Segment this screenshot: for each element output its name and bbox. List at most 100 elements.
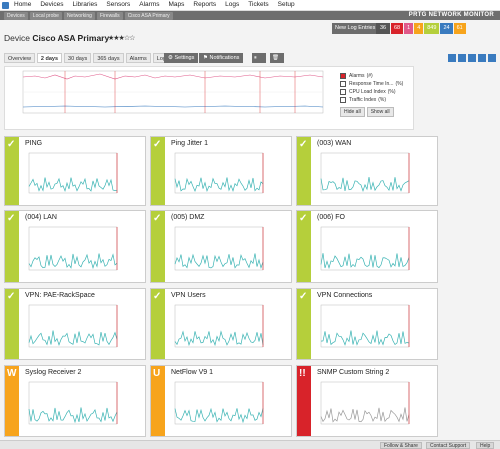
tab-overview[interactable]: Overview (4, 53, 35, 63)
log-entries-label: New Log Entries (335, 25, 376, 31)
delete-button[interactable]: 🗑 (270, 53, 284, 63)
sensor-name[interactable]: (003) WAN (317, 140, 351, 147)
device-header: Device Cisco ASA Primary ★★★☆☆ New Log E… (0, 20, 500, 48)
breadcrumb-item[interactable]: Cisco ASA Primary (124, 12, 173, 20)
status-badge[interactable]: 1 (404, 23, 414, 34)
main-menu: Home Devices Libraries Sensors Alarms Maps Rep… (14, 1, 304, 8)
tab-2-days[interactable]: 2 days (36, 53, 63, 63)
legend-item[interactable]: Traffic Index (%) (340, 96, 410, 104)
new-log-entries-button[interactable]: New Log Entries 36 (332, 23, 390, 34)
sensor-name[interactable]: NetFlow V9 1 (171, 369, 213, 376)
status-badge[interactable]: 849 (424, 23, 440, 34)
sensor-tile[interactable]: U NetFlow V9 1 (150, 365, 292, 437)
sensor-tile[interactable]: ✓ (005) DMZ (150, 210, 292, 283)
legend-swatch[interactable] (340, 97, 346, 103)
nav-item-alarms[interactable]: Alarms (139, 1, 159, 8)
settings-label: Settings (174, 55, 195, 61)
legend-unit: (#) (366, 73, 373, 79)
sensor-graph (320, 381, 410, 425)
nav-item-devices[interactable]: Devices (40, 1, 63, 8)
status-badge[interactable]: 68 (391, 23, 404, 34)
prtg-logo-icon[interactable] (2, 2, 9, 9)
status-badge[interactable]: 61 (453, 23, 466, 34)
sensor-name[interactable]: VPN Connections (317, 292, 372, 299)
legend-item[interactable]: Response Time In... (%) (340, 80, 410, 88)
legend-item[interactable]: Alarms (#) (340, 72, 410, 80)
tab-365-days[interactable]: 365 days (93, 53, 124, 63)
settings-button[interactable]: ⚙ Settings (164, 53, 199, 63)
breadcrumb-item[interactable]: Devices (4, 12, 28, 20)
sensor-tile[interactable]: ✓ VPN Connections (296, 288, 438, 360)
status-icon: W (7, 368, 17, 379)
nav-item-setup[interactable]: Setup (278, 1, 295, 8)
nav-item-reports[interactable]: Reports (193, 1, 216, 8)
footer: Follow & Share Contact Support Help (0, 440, 500, 449)
title-prefix: Device (4, 33, 30, 43)
follow-share-button[interactable]: Follow & Share (380, 442, 422, 449)
legend-swatch[interactable] (340, 73, 346, 79)
sensor-graph (320, 152, 410, 194)
notifications-button[interactable]: ⚑ Notifications (199, 53, 244, 63)
breadcrumb-item[interactable]: Firewalls (96, 12, 123, 20)
sensor-tile[interactable]: ✓ (003) WAN (296, 136, 438, 206)
sensor-tile[interactable]: ✓ (004) LAN (4, 210, 146, 283)
help-button[interactable]: Help (476, 442, 495, 449)
sensor-tile[interactable]: ✓ PING (4, 136, 146, 206)
sensor-name[interactable]: (006) FO (317, 214, 345, 221)
sensor-name[interactable]: (004) LAN (25, 214, 57, 221)
sensor-name[interactable]: Ping Jitter 1 (171, 140, 208, 147)
legend-swatch[interactable] (340, 81, 346, 87)
status-icon: ✓ (153, 291, 162, 302)
nav-item-maps[interactable]: Maps (169, 1, 185, 8)
status-icon: ✓ (7, 139, 16, 150)
sensor-name[interactable]: (005) DMZ (171, 214, 204, 221)
sensor-name[interactable]: SNMP Custom String 2 (317, 369, 389, 376)
nav-item-libraries[interactable]: Libraries (72, 1, 97, 8)
status-badge[interactable]: 4 (414, 23, 424, 34)
pause-button[interactable]: ⏸ (252, 53, 266, 63)
sensor-name[interactable]: Syslog Receiver 2 (25, 369, 81, 376)
sensor-tile[interactable]: ✓ (006) FO (296, 210, 438, 283)
show-all-button[interactable]: Show all (366, 107, 394, 117)
tab-alarms[interactable]: Alarms (125, 53, 151, 63)
chart-icon[interactable] (488, 54, 496, 62)
legend-unit: (%) (387, 89, 396, 95)
hide-all-button[interactable]: Hide all (340, 107, 365, 117)
sensor-name[interactable]: VPN: PAE-RackSpace (25, 292, 95, 299)
legend-label: Traffic Index (349, 97, 377, 103)
map-icon[interactable] (478, 54, 486, 62)
sensor-name[interactable]: VPN Users (171, 292, 206, 299)
sensor-tile[interactable]: ✓ Ping Jitter 1 (150, 136, 292, 206)
legend-item[interactable]: CPU Load Index (%) (340, 88, 410, 96)
legend-swatch[interactable] (340, 89, 346, 95)
sensor-tile[interactable]: ✓ VPN: PAE-RackSpace (4, 288, 146, 360)
legend-unit: (%) (395, 81, 404, 87)
layout-icon[interactable] (448, 54, 456, 62)
sensor-graph (28, 304, 118, 348)
list-icon[interactable] (458, 54, 466, 62)
status-badge[interactable]: 24 (440, 23, 453, 34)
priority-stars[interactable]: ★★★☆☆ (108, 34, 135, 42)
sensor-graph (28, 381, 118, 425)
breadcrumb-item[interactable]: Local probe (29, 12, 62, 20)
sensor-tile[interactable]: W Syslog Receiver 2 (4, 365, 146, 437)
tab-30-days[interactable]: 30 days (64, 53, 92, 63)
nav-item-home[interactable]: Home (14, 1, 31, 8)
nav-item-sensors[interactable]: Sensors (106, 1, 130, 8)
grid-icon[interactable] (468, 54, 476, 62)
sensor-name[interactable]: PING (25, 140, 42, 147)
contact-support-button[interactable]: Contact Support (426, 442, 471, 449)
sensor-tile[interactable]: !! SNMP Custom String 2 (296, 365, 438, 437)
status-icon: ✓ (299, 291, 308, 302)
graph-legend: Alarms (#) Response Time In... (%) CPU Loa… (340, 72, 410, 117)
sensor-tile[interactable]: ✓ VPN Users (150, 288, 292, 360)
brand-title: PRTG NETWORK MONITOR (408, 12, 494, 18)
sensor-graph (174, 152, 264, 194)
legend-label: Alarms (349, 73, 365, 79)
sensor-graph (174, 304, 264, 348)
nav-item-tickets[interactable]: Tickets (248, 1, 268, 8)
nav-item-logs[interactable]: Logs (225, 1, 239, 8)
breadcrumb-item[interactable]: Networking (63, 12, 95, 20)
status-icon: ✓ (7, 291, 16, 302)
device-name: Cisco ASA Primary (32, 33, 110, 43)
